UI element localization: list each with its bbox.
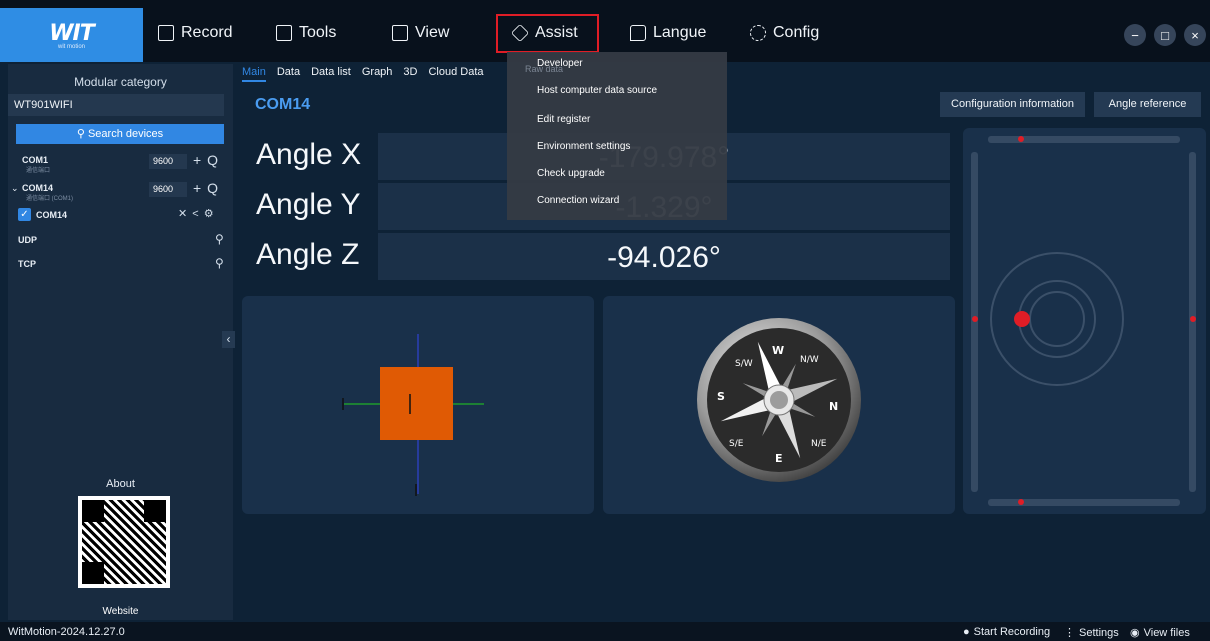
menu-item-connection-wizard[interactable]: Connection wizard	[537, 195, 619, 206]
chevron-down-icon[interactable]: ⌄	[11, 183, 19, 194]
close-button[interactable]: ×	[1184, 24, 1206, 46]
angle-x-label: Angle X	[256, 138, 362, 171]
menu-record-label: Record	[181, 24, 233, 41]
menu-langue-label: Langue	[653, 24, 707, 41]
folder-icon	[158, 25, 174, 41]
udp-label: UDP	[18, 235, 38, 245]
menu-tools[interactable]: Tools	[276, 14, 336, 52]
version-label: WitMotion-2024.12.27.0	[8, 626, 125, 638]
logo-subtext: wit motion	[57, 43, 85, 50]
search-devices-label: Search devices	[87, 128, 164, 140]
menu-item-environment-settings[interactable]: Environment settings	[537, 141, 630, 152]
cube-visualization	[342, 334, 484, 496]
status-bar: WitMotion-2024.12.27.0 ● Start Recording…	[0, 622, 1210, 641]
tab-3d[interactable]: 3D	[403, 66, 417, 82]
angle-y-label: Angle Y	[256, 188, 361, 221]
level-indicator-panel	[963, 128, 1206, 514]
search-icon[interactable]: ⚲	[215, 232, 225, 246]
restore-button[interactable]: □	[1154, 24, 1176, 46]
configuration-info-button[interactable]: Configuration information	[940, 92, 1085, 117]
angle-z-row: Angle Z -94.026°	[242, 233, 950, 280]
menu-config-label: Config	[773, 24, 820, 41]
qr-code	[78, 496, 170, 588]
menu-item-edit-register[interactable]: Edit register	[537, 114, 590, 125]
module-select[interactable]: WT901WIFI	[8, 94, 224, 116]
tab-cloud-data[interactable]: Cloud Data	[428, 66, 483, 82]
menu-view-label: View	[415, 24, 450, 41]
language-icon	[630, 25, 646, 41]
minimize-icon: −	[1131, 27, 1139, 43]
device-name: COM14	[22, 183, 54, 193]
menu-record[interactable]: Record	[158, 14, 233, 52]
logo-text: WIT	[49, 20, 94, 46]
device-name: COM1	[22, 155, 49, 165]
compass-panel: W N/W N N/E E S/E S S/W	[603, 296, 955, 514]
port-title: COM14	[255, 96, 311, 113]
close-icon: ×	[1191, 27, 1199, 43]
compass-label-n: N	[829, 400, 838, 413]
gear-icon	[750, 25, 766, 41]
compass-label-s: S	[717, 390, 725, 403]
witmotion-logo: WIT wit motion	[0, 8, 143, 62]
tab-data-list[interactable]: Data list	[311, 66, 351, 82]
angle-z-label: Angle Z	[256, 238, 360, 271]
start-recording-label: Start Recording	[973, 626, 1051, 638]
menu-langue[interactable]: Langue	[630, 14, 706, 52]
compass-label-sw: S/W	[735, 359, 753, 369]
record-icon: ●	[963, 626, 970, 638]
angle-reference-button[interactable]: Angle reference	[1094, 92, 1201, 117]
website-label[interactable]: Website	[8, 606, 233, 617]
tcp-label: TCP	[18, 259, 36, 269]
search-devices-button[interactable]: ⚲ Search devices	[16, 124, 224, 144]
more-vertical-icon: ⋮	[1064, 627, 1075, 639]
angle-z-value: -94.026°	[607, 241, 721, 274]
sidebar-title: Modular category	[74, 75, 167, 89]
toolbox-icon	[276, 25, 292, 41]
device-subtitle: 通信端口	[26, 168, 51, 174]
menu-item-developer[interactable]: Developer	[537, 58, 583, 69]
search-icon: ⚲	[76, 128, 85, 140]
compass-label-w: W	[772, 344, 784, 357]
eye-icon: ◉	[1130, 627, 1140, 639]
collapse-sidebar-button[interactable]: ‹	[222, 331, 235, 348]
menu-config[interactable]: Config	[750, 14, 819, 52]
device-action-icons[interactable]: ✕ < ⚙	[178, 207, 215, 220]
menu-tools-label: Tools	[299, 24, 337, 41]
tab-graph[interactable]: Graph	[362, 66, 393, 82]
compass-label-nw: N/W	[800, 355, 819, 365]
menu-item-check-upgrade[interactable]: Check upgrade	[537, 168, 605, 179]
start-recording-button[interactable]: ● Start Recording	[963, 626, 1050, 638]
settings-label: Settings	[1079, 626, 1119, 639]
settings-button[interactable]: ⋮ Settings	[1064, 626, 1119, 640]
tab-data[interactable]: Data	[277, 66, 300, 82]
add-search-icons[interactable]: + Q	[193, 152, 219, 168]
about-label: About	[106, 478, 135, 490]
sidebar: Modular category WT901WIFI ⚲ Search devi…	[8, 64, 233, 620]
menu-item-host-data-source[interactable]: Host computer data source	[537, 85, 657, 96]
device-name: COM14	[36, 210, 68, 220]
compass-icon: W N/W N N/E E S/E S S/W	[697, 318, 861, 482]
baud-rate-field[interactable]: 9600	[149, 182, 187, 197]
menu-view[interactable]: View	[392, 14, 449, 52]
assist-highlight	[496, 14, 599, 53]
assist-dropdown-menu: Raw data Developer Host computer data so…	[507, 52, 727, 220]
level-indicator	[971, 136, 1196, 506]
add-search-icons[interactable]: + Q	[193, 180, 219, 196]
restore-icon: □	[1161, 27, 1169, 43]
tab-main[interactable]: Main	[242, 66, 266, 82]
device-checkbox[interactable]: ✓	[18, 208, 31, 221]
minimize-button[interactable]: −	[1124, 24, 1146, 46]
view-files-button[interactable]: ◉ View files	[1130, 626, 1190, 640]
chart-icon	[392, 25, 408, 41]
view-files-label: View files	[1143, 626, 1190, 639]
baud-rate-field[interactable]: 9600	[149, 154, 187, 169]
compass-label-se: S/E	[729, 439, 744, 449]
device-subtitle: 通信端口 (COM1)	[26, 196, 73, 202]
compass-label-e: E	[775, 452, 783, 465]
compass-label-ne: N/E	[811, 439, 827, 449]
search-icon[interactable]: ⚲	[215, 256, 225, 270]
tab-bar: Main Data Data list Graph 3D Cloud Data	[242, 66, 495, 82]
cube-view-panel	[242, 296, 594, 514]
